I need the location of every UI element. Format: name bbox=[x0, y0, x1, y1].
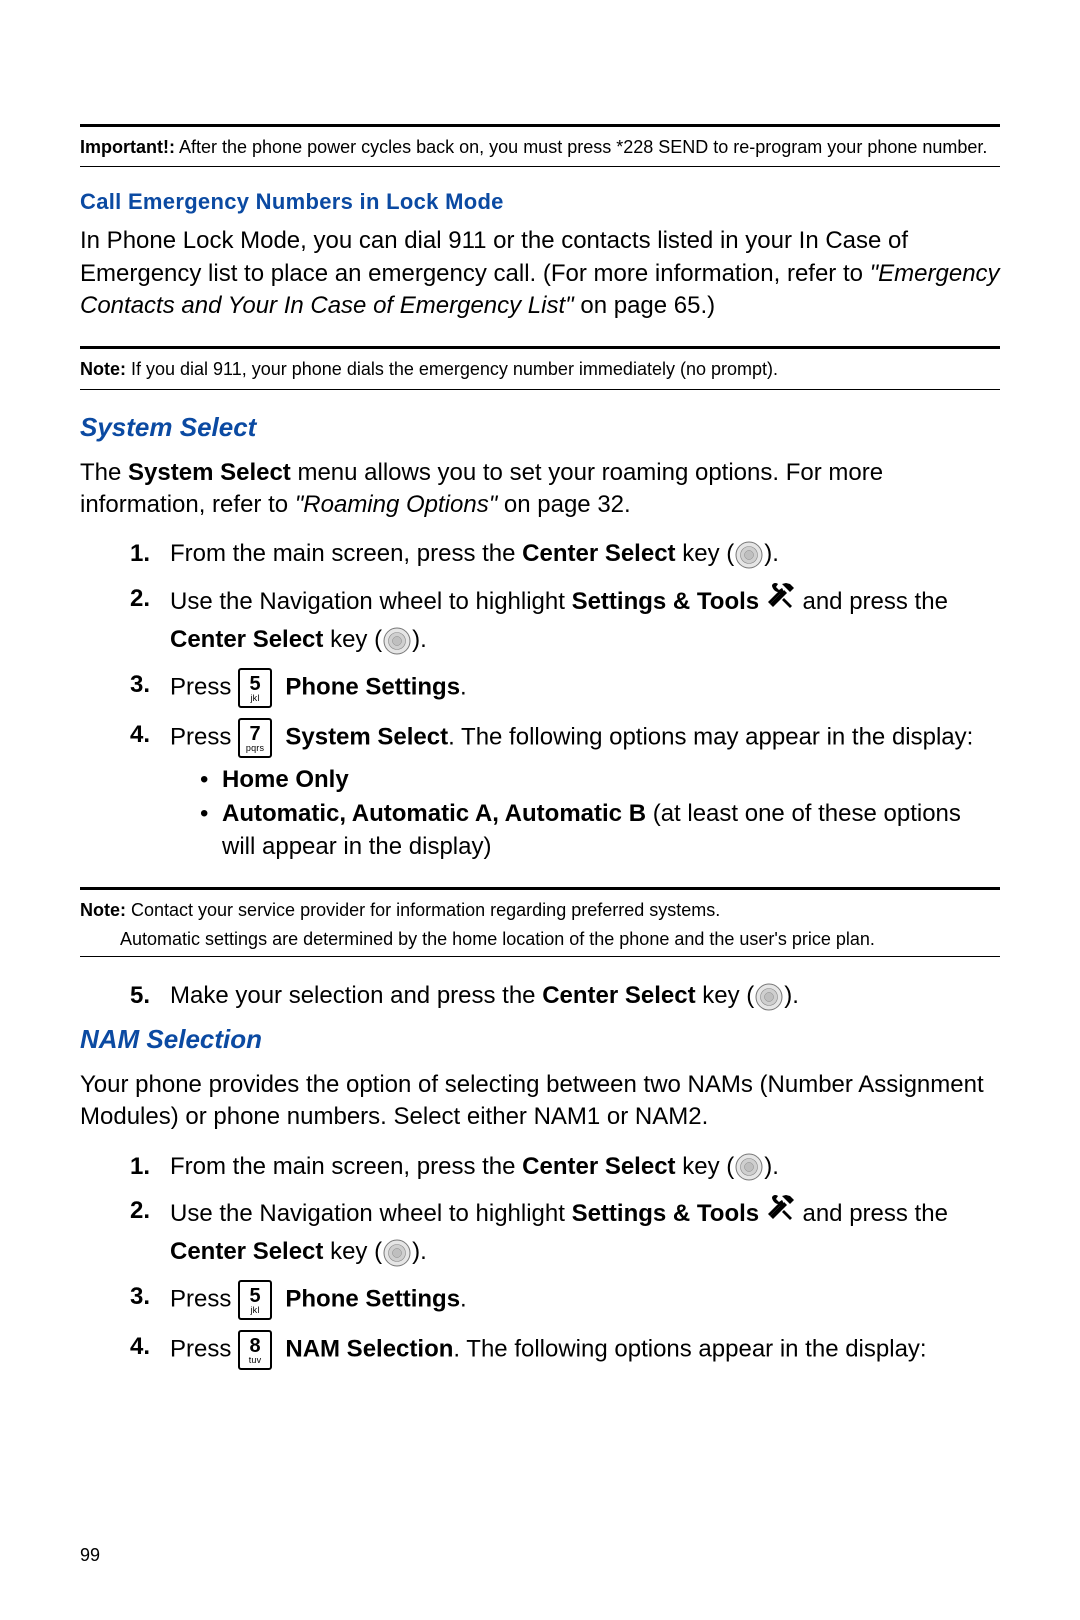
rule bbox=[80, 166, 1000, 167]
step-item: Press 7pqrs System Select. The following… bbox=[80, 718, 1000, 863]
step-item: Use the Navigation wheel to highlight Se… bbox=[80, 582, 1000, 658]
note-text: If you dial 911, your phone dials the em… bbox=[126, 359, 778, 379]
sec2-options: Home Only Automatic, Automatic A, Automa… bbox=[170, 764, 1000, 863]
sec3-steps: From the main screen, press the Center S… bbox=[80, 1150, 1000, 1370]
center-select-key-icon bbox=[734, 540, 764, 570]
note-label: Note: bbox=[80, 900, 126, 920]
sec2-steps-cont: Make your selection and press the Center… bbox=[80, 979, 1000, 1014]
center-select-key-icon bbox=[382, 626, 412, 656]
settings-tools-icon bbox=[766, 580, 796, 621]
heading-call-emergency: Call Emergency Numbers in Lock Mode bbox=[80, 189, 1000, 215]
settings-tools-icon bbox=[766, 1192, 796, 1233]
sec2-note-2: Automatic settings are determined by the… bbox=[80, 929, 1000, 950]
list-item: Home Only bbox=[200, 764, 1000, 796]
step-item: From the main screen, press the Center S… bbox=[80, 1150, 1000, 1185]
important-label: Important!: bbox=[80, 137, 175, 157]
note-label: Note: bbox=[80, 359, 126, 379]
rule bbox=[80, 887, 1000, 890]
heading-system-select: System Select bbox=[80, 412, 1000, 443]
important-note: Important!: After the phone power cycles… bbox=[80, 135, 1000, 160]
heading-nam-selection: NAM Selection bbox=[80, 1024, 1000, 1055]
step-item: Press 5jkl Phone Settings. bbox=[80, 668, 1000, 708]
list-item: Automatic, Automatic A, Automatic B (at … bbox=[200, 798, 1000, 863]
keycap-5-icon: 5jkl bbox=[238, 668, 272, 708]
rule bbox=[80, 956, 1000, 957]
center-select-key-icon bbox=[382, 1238, 412, 1268]
step-item: Make your selection and press the Center… bbox=[80, 979, 1000, 1014]
sec1-note: Note: If you dial 911, your phone dials … bbox=[80, 357, 1000, 382]
sec2-intro: The System Select menu allows you to set… bbox=[80, 457, 1000, 522]
sec1-body: In Phone Lock Mode, you can dial 911 or … bbox=[80, 225, 1000, 322]
sec2-note: Note: Contact your service provider for … bbox=[80, 898, 1000, 923]
sec2-steps: From the main screen, press the Center S… bbox=[80, 537, 1000, 863]
step-item: Use the Navigation wheel to highlight Se… bbox=[80, 1194, 1000, 1270]
keycap-8-icon: 8tuv bbox=[238, 1330, 272, 1370]
step-item: From the main screen, press the Center S… bbox=[80, 537, 1000, 572]
rule bbox=[80, 346, 1000, 349]
keycap-5-icon: 5jkl bbox=[238, 1280, 272, 1320]
note-text: Contact your service provider for inform… bbox=[126, 900, 720, 920]
rule bbox=[80, 124, 1000, 127]
step-item: Press 5jkl Phone Settings. bbox=[80, 1280, 1000, 1320]
important-text: After the phone power cycles back on, yo… bbox=[175, 137, 987, 157]
rule bbox=[80, 389, 1000, 390]
center-select-key-icon bbox=[754, 982, 784, 1012]
sec3-intro: Your phone provides the option of select… bbox=[80, 1069, 1000, 1134]
center-select-key-icon bbox=[734, 1152, 764, 1182]
page-number: 99 bbox=[80, 1545, 100, 1566]
manual-page: Important!: After the phone power cycles… bbox=[0, 0, 1080, 1620]
keycap-7-icon: 7pqrs bbox=[238, 718, 272, 758]
cross-ref: "Roaming Options" bbox=[295, 491, 497, 518]
step-item: Press 8tuv NAM Selection. The following … bbox=[80, 1330, 1000, 1370]
